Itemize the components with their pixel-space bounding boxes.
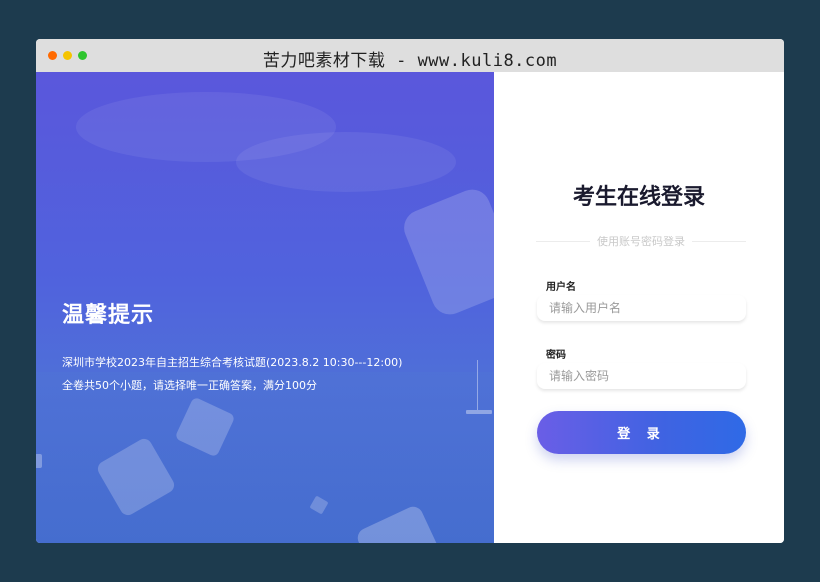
password-input[interactable] [537,363,746,389]
cloud-decoration [236,132,456,192]
browser-window: 苦力吧素材下载 - www.kuli8.com 温馨提示 深圳市学校2023年自… [36,39,784,543]
login-title: 考生在线登录 [572,185,705,210]
divider-line [692,240,746,242]
login-panel: 考生在线登录 使用账号密码登录 用户名 密码 登 录 [494,72,784,543]
window-title: 苦力吧素材下载 - www.kuli8.com [262,51,558,71]
square-decoration [398,184,494,320]
notice-title: 温馨提示 [62,303,155,328]
password-label: 密码 [546,350,566,361]
window-titlebar: 苦力吧素材下载 - www.kuli8.com [36,39,784,72]
divider-line [536,240,590,242]
login-button[interactable]: 登 录 [537,411,746,454]
username-label: 用户名 [546,282,576,293]
boat-decoration [466,360,492,414]
divider-text: 使用账号密码登录 [597,235,685,248]
notice-exam-info: 深圳市学校2023年自主招生综合考核试题(2023.8.2 10:30---12… [62,356,403,369]
notice-exam-rules: 全卷共50个小题，请选择唯一正确答案，满分100分 [62,379,317,392]
page-content: 温馨提示 深圳市学校2023年自主招生综合考核试题(2023.8.2 10:30… [36,72,784,543]
sea-background [36,372,494,543]
username-input[interactable] [537,295,746,321]
notice-panel: 温馨提示 深圳市学校2023年自主招生综合考核试题(2023.8.2 10:30… [36,72,494,543]
square-decoration [36,454,42,468]
login-divider: 使用账号密码登录 [536,233,746,249]
